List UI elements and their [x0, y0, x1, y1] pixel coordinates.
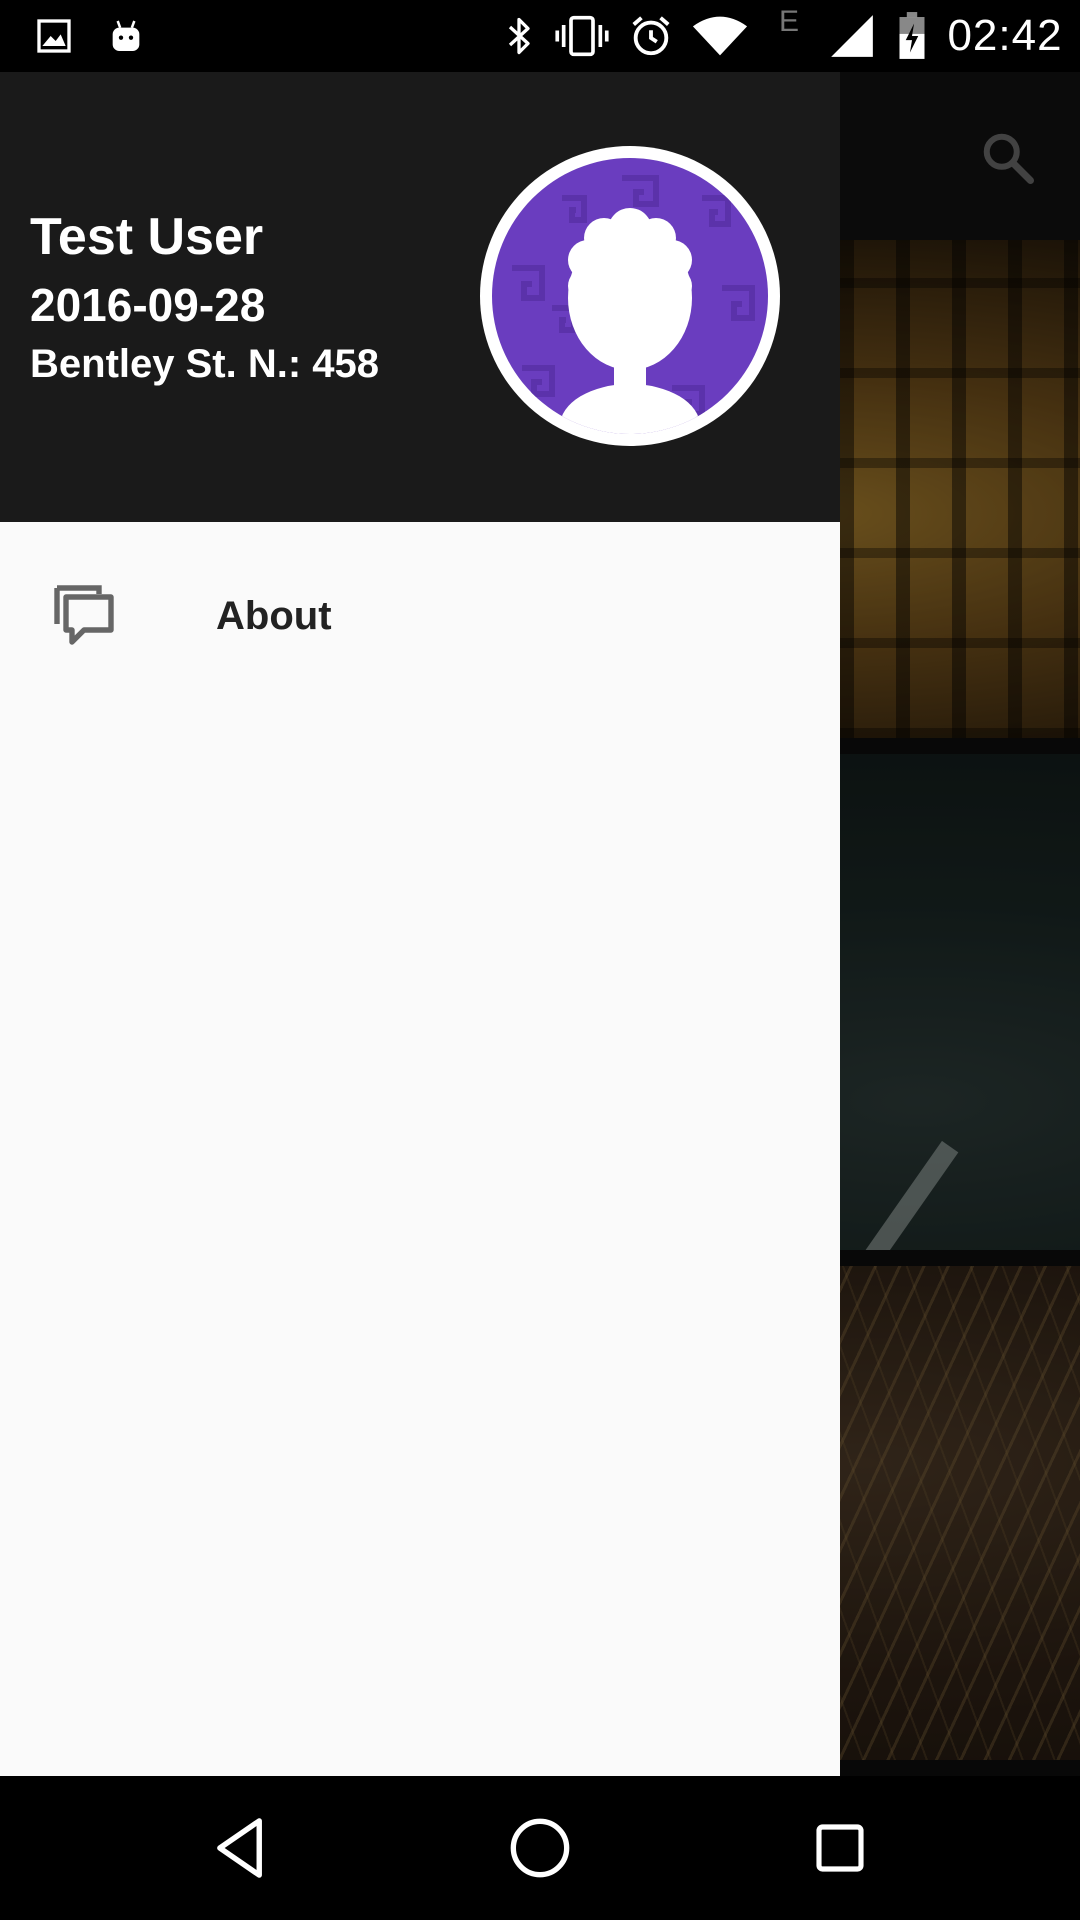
back-button[interactable] [206, 1812, 278, 1884]
alarm-icon [626, 0, 676, 72]
bluetooth-icon [498, 0, 540, 72]
avatar[interactable] [480, 146, 780, 446]
wifi-icon [690, 0, 750, 72]
menu-item-about[interactable]: About [0, 522, 840, 714]
chat-bubbles-icon [54, 585, 114, 645]
navigation-drawer: Test User 2016-09-28 Bentley St. N.: 458 [0, 72, 840, 1776]
android-notification-icon [102, 0, 150, 72]
avatar-image [492, 158, 768, 434]
cellular-signal-icon [824, 0, 880, 72]
back-icon [217, 1818, 262, 1878]
recents-button[interactable] [804, 1812, 876, 1884]
avatar-person-icon [512, 175, 755, 434]
drawer-header: Test User 2016-09-28 Bentley St. N.: 458 [0, 72, 840, 522]
home-icon [510, 1818, 570, 1878]
status-bar: E 02:42 [0, 0, 1080, 72]
menu-item-label: About [216, 594, 332, 638]
user-name: Test User [30, 208, 264, 266]
status-time: 02:42 [947, 11, 1063, 60]
user-address: Bentley St. N.: 458 [30, 342, 380, 386]
screen: E 02:42 Test User 2016-09-28 Bentley St.… [0, 0, 1080, 1920]
vibrate-icon [552, 0, 612, 72]
home-button[interactable] [504, 1812, 576, 1884]
image-notification-icon [30, 0, 78, 72]
recents-icon [816, 1824, 864, 1872]
user-date: 2016-09-28 [30, 279, 266, 331]
battery-charging-icon [892, 0, 932, 72]
drawer-menu: About [0, 522, 840, 714]
network-type-indicator: E [778, 5, 799, 38]
navigation-bar [0, 1776, 1080, 1920]
